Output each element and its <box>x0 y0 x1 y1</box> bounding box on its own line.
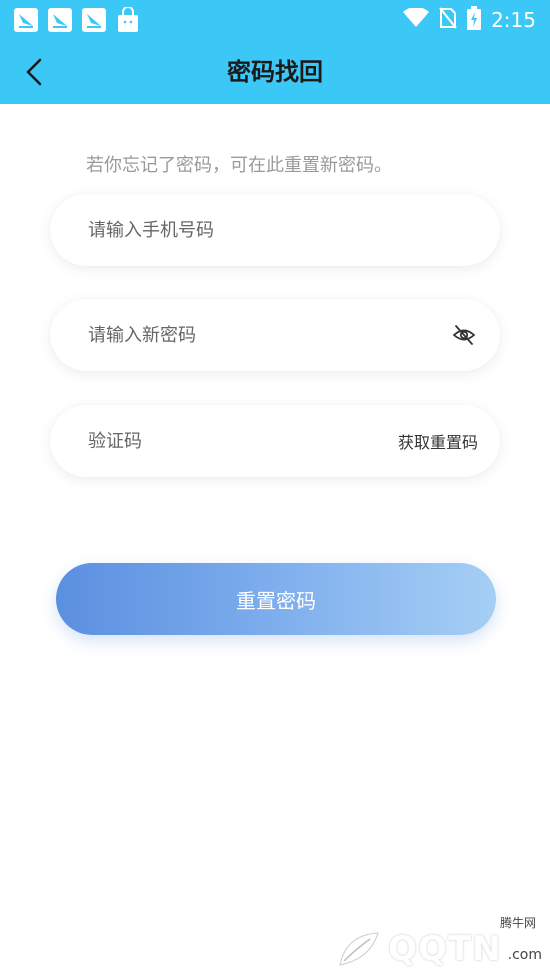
app-notification-icon <box>14 8 38 32</box>
status-bar: 2:15 <box>0 0 550 40</box>
verification-code-input[interactable] <box>88 430 398 452</box>
watermark-suffix: .com <box>507 947 542 963</box>
reset-password-button[interactable]: 重置密码 <box>56 563 496 635</box>
phone-input[interactable] <box>88 219 478 241</box>
watermark-brand: QQTN <box>388 929 502 969</box>
reset-hint-text: 若你忘记了密码，可在此重置新密码。 <box>86 155 392 176</box>
battery-charging-icon <box>467 6 482 34</box>
phone-field <box>50 194 500 266</box>
get-reset-code-button[interactable]: 获取重置码 <box>398 429 478 453</box>
back-arrow-icon <box>26 58 42 86</box>
new-password-input[interactable] <box>88 324 450 346</box>
shopping-bag-icon <box>116 7 140 32</box>
back-button[interactable] <box>16 54 52 90</box>
app-bar: 密码找回 <box>0 40 550 104</box>
app-notification-icon <box>48 8 72 32</box>
page-title: 密码找回 <box>227 58 323 86</box>
wifi-icon <box>403 6 430 32</box>
watermark-site-name: 腾牛网 <box>499 916 536 930</box>
toggle-password-visibility-button[interactable] <box>450 321 478 349</box>
app-notification-icon <box>82 8 106 32</box>
new-password-field <box>50 299 500 371</box>
notification-icons <box>14 7 140 32</box>
system-status: 2:15 <box>403 6 536 34</box>
eye-off-icon <box>452 325 476 345</box>
status-time: 2:15 <box>491 8 536 32</box>
leaf-logo-icon <box>339 932 379 966</box>
no-sim-icon <box>439 7 457 33</box>
verification-code-field: 获取重置码 <box>50 405 500 477</box>
watermark: QQTN 腾牛网 .com <box>336 916 542 969</box>
